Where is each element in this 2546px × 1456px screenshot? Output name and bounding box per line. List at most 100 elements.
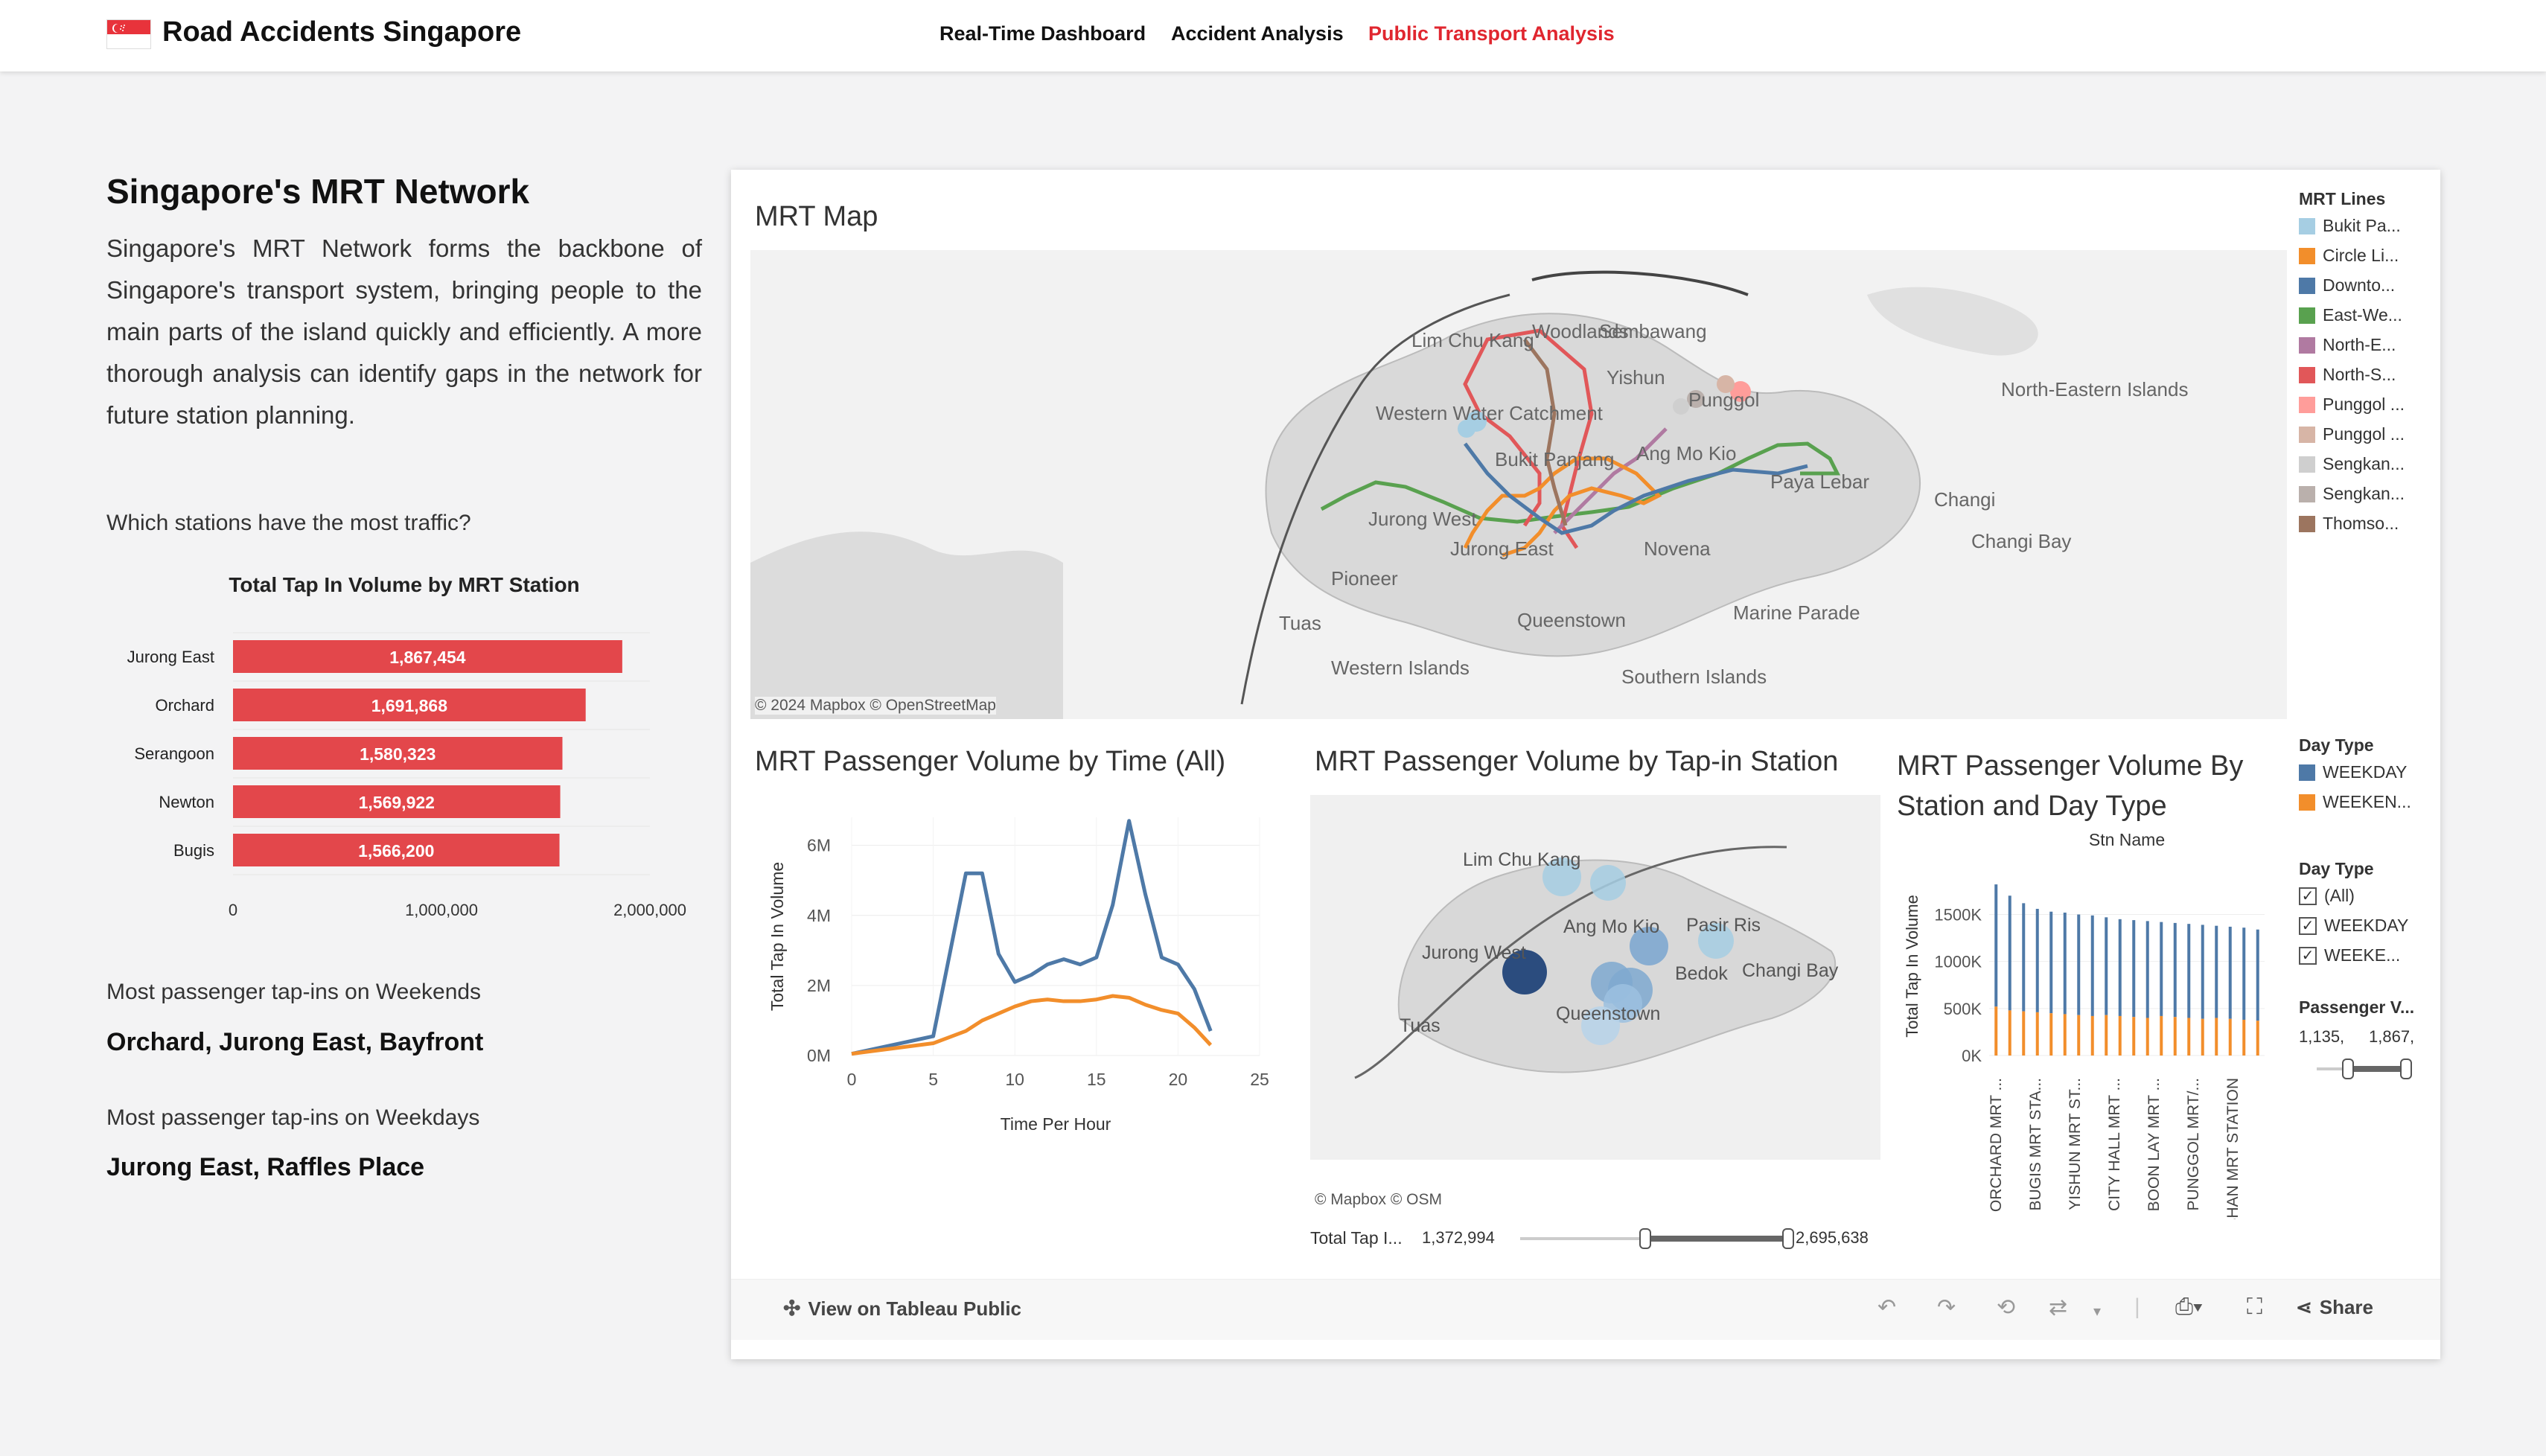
station-weekday-bar[interactable] bbox=[2008, 895, 2011, 1011]
refresh-icon[interactable]: ⇄ bbox=[2049, 1294, 2067, 1321]
station-weekday-bar[interactable] bbox=[2132, 920, 2136, 1018]
legend-label: Bukit Pa... bbox=[2323, 216, 2401, 235]
view-on-tableau-link[interactable]: ✣ View on Tableau Public bbox=[783, 1296, 1021, 1321]
time-series-line[interactable] bbox=[851, 994, 1213, 1056]
nav-public-transport-analysis[interactable]: Public Transport Analysis bbox=[1368, 22, 1615, 45]
legend-line-item[interactable]: Thomso... bbox=[2299, 514, 2399, 534]
share-button[interactable]: ⋖ Share bbox=[2296, 1296, 2373, 1319]
station-weekend-bar[interactable] bbox=[2132, 1017, 2136, 1056]
download-icon[interactable]: ⎙▾ bbox=[2175, 1294, 2203, 1320]
legend-day-item[interactable]: WEEKEN... bbox=[2299, 792, 2411, 812]
legend-line-item[interactable]: Sengkan... bbox=[2299, 484, 2405, 504]
station-weekend-bar[interactable] bbox=[2118, 1015, 2122, 1056]
station-weekday-bar[interactable] bbox=[2173, 922, 2177, 1018]
revert-icon[interactable]: ⟲ bbox=[1997, 1294, 2015, 1321]
station-weekend-bar[interactable] bbox=[2090, 1015, 2094, 1056]
station-weekend-bar[interactable] bbox=[2008, 1010, 2011, 1056]
station-weekend-bar[interactable] bbox=[2215, 1018, 2218, 1056]
station-weekday-bar[interactable] bbox=[1994, 884, 1998, 1007]
station-weekend-bar[interactable] bbox=[2077, 1015, 2081, 1056]
station-weekday-bar[interactable] bbox=[2160, 922, 2163, 1016]
station-weekday-bar[interactable] bbox=[2256, 929, 2259, 1021]
fullscreen-icon[interactable]: ⛶ bbox=[2247, 1294, 2262, 1320]
station-weekday-bar[interactable] bbox=[2090, 915, 2094, 1016]
station-weekday-bar[interactable] bbox=[2049, 911, 2053, 1014]
station-weekend-bar[interactable] bbox=[1994, 1006, 1998, 1056]
station-weekend-bar[interactable] bbox=[2173, 1017, 2177, 1056]
station-weekday-bar[interactable] bbox=[2201, 925, 2204, 1019]
station-weekday-bar[interactable] bbox=[2105, 917, 2108, 1015]
passenger-volume-slider[interactable] bbox=[2317, 1059, 2412, 1079]
site-brand[interactable]: Road Accidents Singapore bbox=[162, 16, 521, 48]
legend-line-item[interactable]: North-S... bbox=[2299, 365, 2396, 385]
legend-line-item[interactable]: Sengkan... bbox=[2299, 454, 2405, 474]
station-weekday-bar[interactable] bbox=[2118, 919, 2122, 1016]
mrt-map[interactable]: Lim Chu Kang Woodlands Sembawang Yishun … bbox=[750, 250, 2287, 719]
map-label-punggol: Punggol bbox=[1688, 389, 1759, 411]
station-weekend-bar[interactable] bbox=[2035, 1012, 2039, 1056]
legend-label: North-E... bbox=[2323, 335, 2396, 354]
station-weekday-bar[interactable] bbox=[2077, 914, 2081, 1015]
station-weekday-bar[interactable] bbox=[2035, 908, 2039, 1012]
legend-mrt-lines-title: MRT Lines bbox=[2299, 189, 2386, 208]
station-weekend-bar[interactable] bbox=[2022, 1011, 2026, 1056]
tap-in-station-bubble-map[interactable]: Lim Chu Kang Ang Mo Kio Pasir Ris Jurong… bbox=[1310, 795, 1880, 1160]
map-label-tuas: Tuas bbox=[1279, 612, 1321, 634]
station-daytype-chart[interactable]: Stn Name 0K 500K 1000K 1500K Total Tap In Vol… bbox=[1892, 832, 2294, 1219]
nav-accident-analysis[interactable]: Accident Analysis bbox=[1171, 22, 1344, 45]
bubble-map-attribution: © Mapbox © OSM bbox=[1315, 1191, 1442, 1209]
legend-line-item[interactable]: Bukit Pa... bbox=[2299, 216, 2401, 236]
passenger-volume-handle-max[interactable] bbox=[2400, 1059, 2412, 1079]
station-weekday-bar[interactable] bbox=[2063, 913, 2067, 1015]
tap-in-slider-handle-min[interactable] bbox=[1639, 1228, 1651, 1249]
legend-line-item[interactable]: Downto... bbox=[2299, 275, 2395, 296]
undo-icon[interactable]: ↶ bbox=[1877, 1294, 1896, 1321]
bubble-station[interactable] bbox=[1590, 865, 1626, 901]
station-weekend-bar[interactable] bbox=[2201, 1018, 2204, 1056]
checkbox-icon[interactable]: ✓ bbox=[2299, 916, 2317, 935]
legend-line-item[interactable]: North-E... bbox=[2299, 335, 2396, 355]
bar-x-tick: 0 bbox=[229, 901, 237, 919]
legend-label: Punggol ... bbox=[2323, 424, 2405, 444]
station-weekday-bar[interactable] bbox=[2242, 927, 2246, 1020]
tap-in-slider-max: 2,695,638 bbox=[1796, 1228, 1869, 1247]
station-weekend-bar[interactable] bbox=[2228, 1018, 2232, 1056]
passenger-volume-handle-min[interactable] bbox=[2342, 1059, 2354, 1079]
legend-line-item[interactable]: East-We... bbox=[2299, 305, 2402, 325]
legend-day-item[interactable]: WEEKDAY bbox=[2299, 762, 2407, 782]
station-weekend-bar[interactable] bbox=[2242, 1020, 2246, 1056]
nav-real-time-dashboard[interactable]: Real-Time Dashboard bbox=[939, 22, 1146, 45]
checkbox-icon[interactable]: ✓ bbox=[2299, 887, 2317, 905]
passenger-volume-time-chart[interactable]: 0M 2M 4M 6M 0 5 10 15 20 25 Time Per Hour Total Tap… bbox=[746, 788, 1289, 1145]
tap-in-slider-handle-max[interactable] bbox=[1782, 1228, 1794, 1249]
station-weekend-bar[interactable] bbox=[2187, 1018, 2191, 1056]
legend-line-item[interactable]: Punggol ... bbox=[2299, 395, 2405, 415]
legend-line-item[interactable]: Punggol ... bbox=[2299, 424, 2405, 444]
legend-line-item[interactable]: Circle Li... bbox=[2299, 246, 2399, 266]
tableau-toolbar: ✣ View on Tableau Public ↶ ↷ ⟲ ⇄ ▾ | ⎙▾ ⛶… bbox=[731, 1279, 2440, 1340]
station-weekday-bar[interactable] bbox=[2145, 921, 2149, 1018]
passenger-volume-min: 1,135, bbox=[2299, 1027, 2345, 1046]
time-series-line[interactable] bbox=[851, 819, 1213, 1056]
time-y-tick: 2M bbox=[807, 976, 831, 995]
station-weekday-bar[interactable] bbox=[2215, 925, 2218, 1018]
filter-day-checkbox[interactable]: ✓ WEEKE... bbox=[2299, 945, 2400, 965]
station-weekend-bar[interactable] bbox=[2063, 1014, 2067, 1056]
filter-day-checkbox[interactable]: ✓ (All) bbox=[2299, 886, 2355, 906]
station-weekday-bar[interactable] bbox=[2022, 903, 2026, 1012]
time-chart-title: MRT Passenger Volume by Time (All) bbox=[755, 746, 1226, 777]
station-weekend-bar[interactable] bbox=[2049, 1013, 2053, 1056]
chevron-down-icon[interactable]: ▾ bbox=[2093, 1302, 2101, 1321]
checkbox-icon[interactable]: ✓ bbox=[2299, 946, 2317, 965]
filter-day-checkbox[interactable]: ✓ WEEKDAY bbox=[2299, 916, 2408, 936]
station-weekday-bar[interactable] bbox=[2228, 926, 2232, 1019]
station-y-tick: 500K bbox=[1944, 1000, 1982, 1018]
station-weekend-bar[interactable] bbox=[2160, 1015, 2163, 1056]
tap-in-slider-track[interactable] bbox=[1520, 1228, 1794, 1249]
station-weekend-bar[interactable] bbox=[2145, 1018, 2149, 1056]
bar-value-label: 1,867,454 bbox=[389, 648, 466, 667]
redo-icon[interactable]: ↷ bbox=[1937, 1294, 1956, 1321]
station-weekend-bar[interactable] bbox=[2256, 1021, 2259, 1056]
station-weekday-bar[interactable] bbox=[2187, 924, 2191, 1018]
station-weekend-bar[interactable] bbox=[2105, 1015, 2108, 1056]
